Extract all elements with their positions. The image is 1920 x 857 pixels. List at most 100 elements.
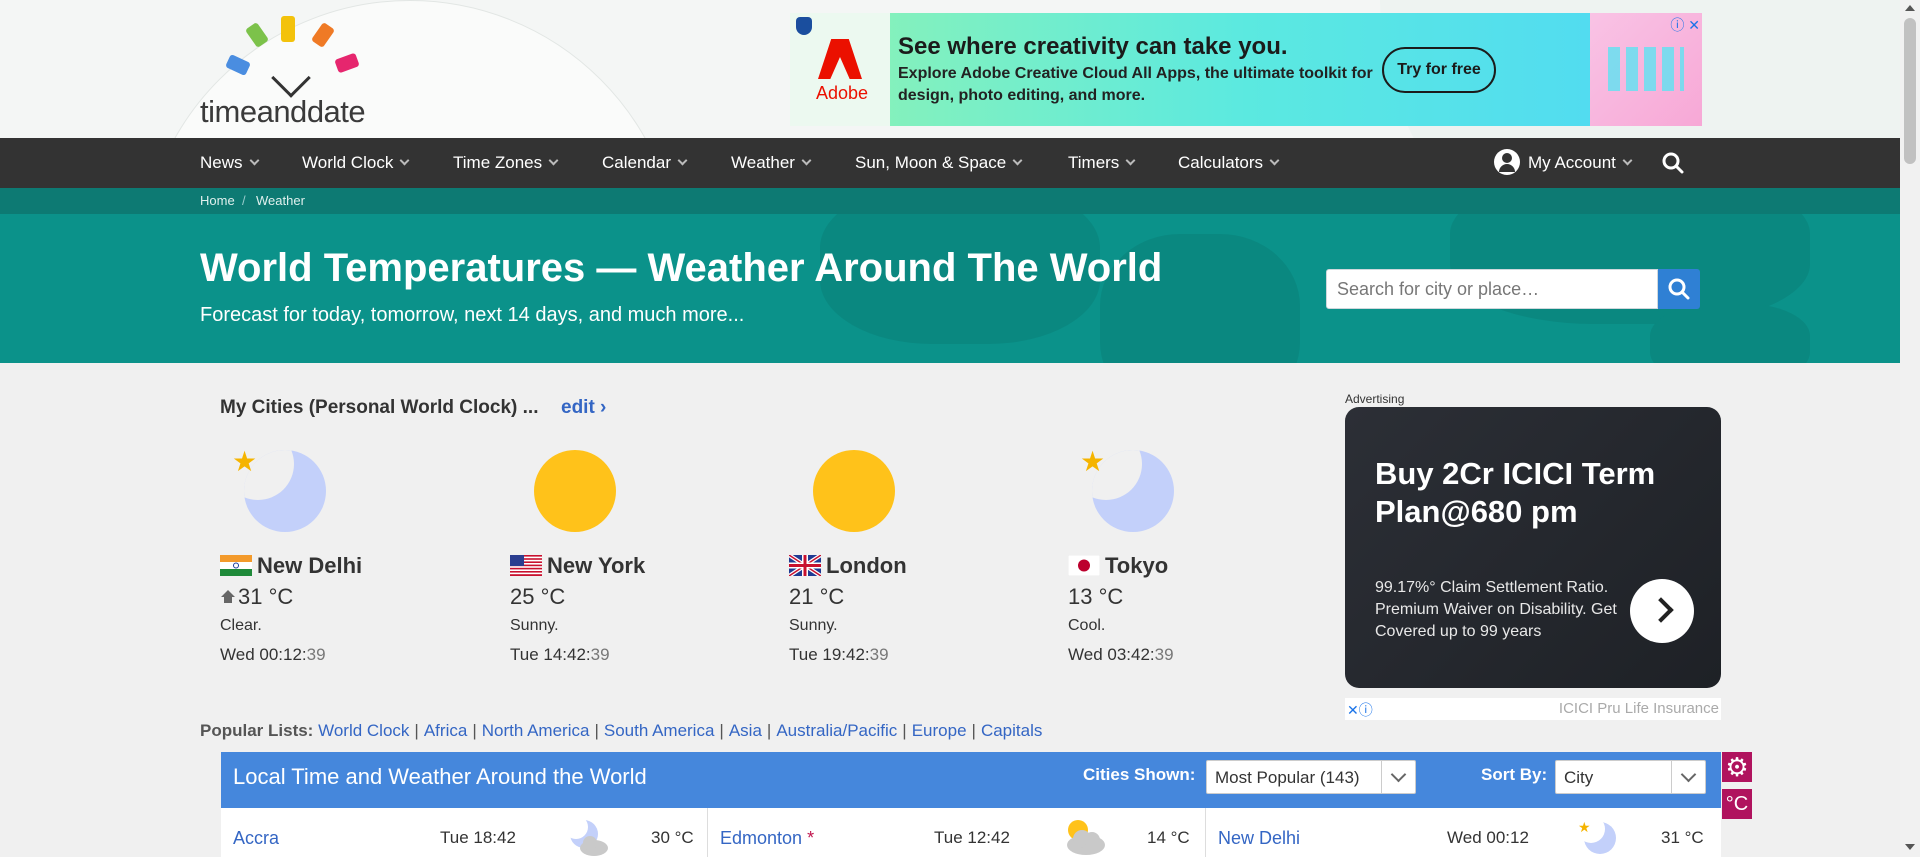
cities-shown-select[interactable]: Most Popular (143) xyxy=(1206,760,1416,794)
sort-by-select[interactable]: City xyxy=(1555,760,1706,794)
nav-my-account[interactable]: My Account xyxy=(1494,138,1633,188)
chevron-down-icon xyxy=(1622,155,1633,166)
city-name: London xyxy=(826,553,907,578)
popular-link-world-clock[interactable]: World Clock xyxy=(318,721,409,740)
side-ad-headline: Buy 2Cr ICICI Term Plan@680 pm xyxy=(1375,456,1656,529)
adobe-icon xyxy=(818,39,862,79)
nav-world-clock[interactable]: World Clock xyxy=(302,138,410,188)
city-link[interactable]: New Delhi xyxy=(1218,828,1300,849)
table-cell-accra: Accra Tue 18:42 30 °C xyxy=(221,808,708,857)
breadcrumb-current: Weather xyxy=(256,193,305,208)
logo-ray xyxy=(225,54,251,76)
chevron-down-icon xyxy=(1269,155,1280,166)
city-link[interactable]: Edmonton * xyxy=(720,828,814,849)
svg-text:★: ★ xyxy=(1578,820,1591,836)
ad-close-icon[interactable]: ⓘ ✕ xyxy=(1670,15,1700,35)
city-local-time: Tue 12:42 xyxy=(934,828,1010,847)
shield-icon xyxy=(796,17,812,35)
city-search-button[interactable] xyxy=(1658,269,1700,309)
search-icon[interactable] xyxy=(1662,152,1684,174)
ad-body: Explore Adobe Creative Cloud All Apps, t… xyxy=(898,65,1373,104)
user-icon xyxy=(1494,148,1520,175)
city-name: Tokyo xyxy=(1105,553,1169,578)
nav-sun-moon-space[interactable]: Sun, Moon & Space xyxy=(855,138,1023,188)
map-decoration xyxy=(1650,304,1810,363)
chevron-down-icon xyxy=(249,155,259,166)
moon-cloud-icon xyxy=(566,818,608,856)
scrollbar-thumb[interactable] xyxy=(1904,18,1916,164)
popular-link-capitals[interactable]: Capitals xyxy=(981,721,1042,740)
city-desc: Clear. xyxy=(220,617,262,634)
city-desc: Sunny. xyxy=(510,617,559,634)
table-cell-new-delhi: New Delhi Wed 00:12 ★ 31 °C xyxy=(1206,808,1721,857)
popular-link-australia-pacific[interactable]: Australia/Pacific xyxy=(776,721,897,740)
chevron-down-icon xyxy=(677,155,688,166)
page-subtitle: Forecast for today, tomorrow, next 14 da… xyxy=(200,304,745,326)
city-search xyxy=(1326,269,1702,309)
nav-calculators[interactable]: Calculators xyxy=(1178,138,1280,188)
city-link[interactable]: Accra xyxy=(233,828,279,849)
nav-weather[interactable]: Weather xyxy=(731,138,812,188)
adobe-brand-text: Adobe xyxy=(816,83,869,103)
moon-star-icon: ★ xyxy=(1577,818,1616,854)
chevron-down-icon xyxy=(1671,761,1705,793)
advertising-label: Advertising xyxy=(1345,392,1405,406)
top-ad-banner[interactable]: Adobe See where creativity can take you.… xyxy=(790,13,1702,126)
popular-link-north-america[interactable]: North America xyxy=(482,721,590,740)
city-temp: 30 °C xyxy=(651,828,694,847)
logo-ray xyxy=(334,52,360,74)
settings-gear-icon[interactable]: ⚙ xyxy=(1722,752,1752,782)
city-search-input[interactable] xyxy=(1326,269,1658,309)
chevron-down-icon xyxy=(1012,155,1023,166)
popular-link-south-america[interactable]: South America xyxy=(604,721,715,740)
city-name: New York xyxy=(547,553,646,578)
my-cities-edit-link[interactable]: edit › xyxy=(561,397,606,419)
weather-table-title: Local Time and Weather Around the World xyxy=(233,764,647,789)
sun-cloud-icon xyxy=(1067,820,1105,855)
popular-link-europe[interactable]: Europe xyxy=(912,721,967,740)
city-temp: 21 °C xyxy=(789,584,845,609)
city-time: Wed 03:42:39 xyxy=(1068,645,1174,664)
home-icon xyxy=(221,589,235,603)
table-row: Accra Tue 18:42 30 °C Edmonton * Tue 12:… xyxy=(221,808,1721,857)
popular-link-asia[interactable]: Asia xyxy=(729,721,762,740)
popular-lists-label: Popular Lists: xyxy=(200,721,314,740)
city-local-time: Wed 00:12 xyxy=(1447,828,1529,847)
city-name: New Delhi xyxy=(257,553,363,578)
site-logo[interactable]: timeanddate xyxy=(200,12,400,129)
city-time: Tue 19:42:39 xyxy=(789,645,889,664)
popular-lists: Popular Lists: World Clock | Africa | North … xyxy=(200,721,1043,740)
chevron-down-icon xyxy=(801,155,812,166)
side-ad[interactable]: Buy 2Cr ICICI Term Plan@680 pm 99.17%° C… xyxy=(1345,407,1721,688)
breadcrumb: Home / Weather xyxy=(0,188,1900,214)
adobe-logo: Adobe xyxy=(790,13,890,126)
moon-star-icon: ★ xyxy=(1080,448,1176,534)
logo-check-icon xyxy=(271,58,311,98)
moon-star-icon: ★ xyxy=(232,448,328,534)
unit-toggle-button[interactable]: °C xyxy=(1722,789,1752,819)
breadcrumb-home[interactable]: Home xyxy=(200,193,235,208)
sun-icon xyxy=(528,448,618,534)
nav-news[interactable]: News xyxy=(200,138,259,188)
arrow-right-icon[interactable] xyxy=(1630,579,1694,643)
nav-timers[interactable]: Timers xyxy=(1068,138,1136,188)
chevron-down-icon xyxy=(1125,155,1136,166)
logo-text: timeanddate xyxy=(200,94,366,129)
nav-calendar[interactable]: Calendar xyxy=(602,138,688,188)
city-temp: 14 °C xyxy=(1147,828,1190,847)
nav-time-zones[interactable]: Time Zones xyxy=(453,138,559,188)
ad-close-icon[interactable]: ✕ⓘ xyxy=(1347,700,1373,720)
city-temp: 31 °C xyxy=(220,584,293,610)
chevron-down-icon xyxy=(1381,761,1415,793)
chevron-down-icon xyxy=(548,155,559,166)
city-temp: 13 °C xyxy=(1068,584,1124,609)
logo-ray xyxy=(281,16,295,42)
ad-cta-button[interactable]: Try for free xyxy=(1382,47,1496,93)
city-desc: Cool. xyxy=(1068,617,1106,634)
page-scrollbar[interactable] xyxy=(1900,0,1920,857)
city-temp: 25 °C xyxy=(510,584,566,609)
scroll-up-icon[interactable] xyxy=(1905,5,1915,11)
scroll-down-icon[interactable] xyxy=(1905,844,1915,850)
search-icon xyxy=(1668,278,1690,300)
popular-link-africa[interactable]: Africa xyxy=(424,721,467,740)
